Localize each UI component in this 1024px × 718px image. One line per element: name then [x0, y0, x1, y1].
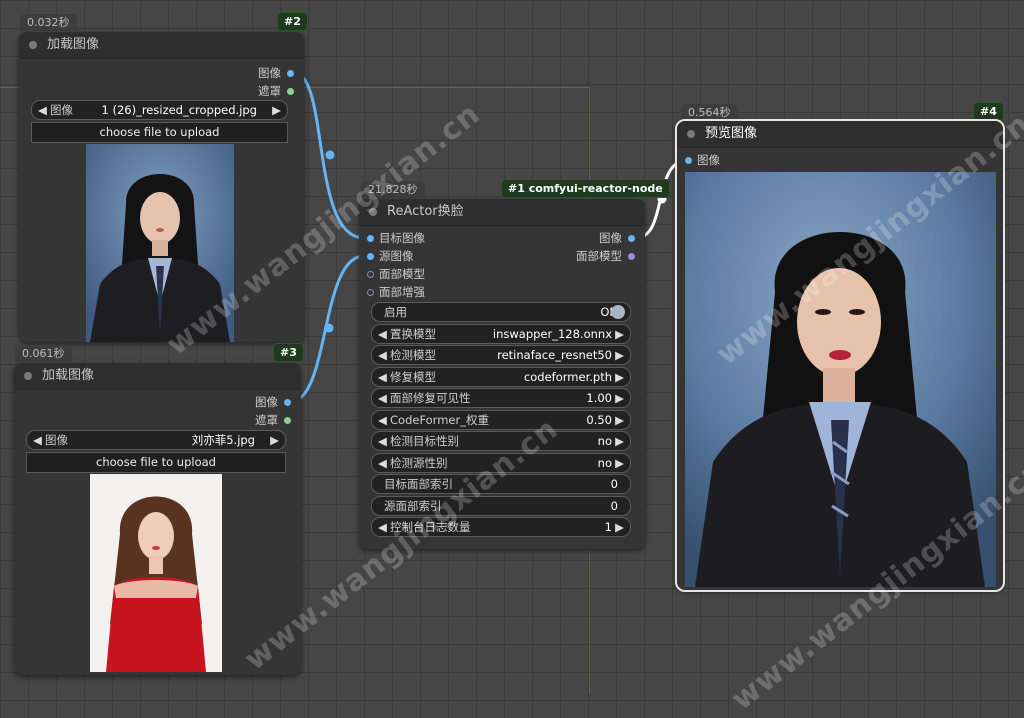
input-source-image[interactable]: 源图像: [367, 248, 414, 264]
socket-icon[interactable]: [284, 417, 291, 424]
node-reactor-header[interactable]: ReActor换脸: [359, 199, 645, 226]
output-image[interactable]: 图像: [258, 65, 294, 81]
node-preview-title: 预览图像: [705, 126, 758, 141]
node-preview-header[interactable]: 预览图像: [677, 121, 1003, 148]
image-filename: 刘亦菲5.jpg: [191, 433, 255, 447]
toggle-knob-icon[interactable]: [611, 305, 625, 319]
arrow-right-icon[interactable]: ▶: [615, 518, 624, 536]
input-image[interactable]: 图像: [685, 152, 720, 168]
socket-icon[interactable]: [628, 235, 635, 242]
arrow-right-icon[interactable]: ▶: [270, 431, 279, 449]
socket-icon[interactable]: [685, 157, 692, 164]
input-face-model[interactable]: 面部模型: [367, 266, 425, 282]
image-filename: 1 (26)_resized_cropped.jpg: [101, 103, 258, 117]
node-load1-time-badge: 0.032秒: [20, 14, 77, 31]
codeformer-weight-widget[interactable]: ◀ CodeFormer_权重 0.50 ▶: [371, 410, 631, 430]
arrow-right-icon[interactable]: ▶: [615, 346, 624, 364]
arrow-left-icon[interactable]: ◀: [33, 431, 42, 449]
output-mask[interactable]: 遮罩: [255, 412, 291, 428]
node-preview-time-badge: 0.564秒: [681, 104, 738, 121]
node-load-image-2[interactable]: 加载图像 图像 遮罩 ◀ 图像 刘亦菲5.jpg ▶ choose file t…: [14, 363, 301, 675]
arrow-left-icon[interactable]: ◀: [378, 346, 387, 364]
output-image[interactable]: 图像: [599, 230, 635, 246]
image-select-widget[interactable]: ◀ 图像 1 (26)_resized_cropped.jpg ▶: [31, 100, 288, 120]
arrow-right-icon[interactable]: ▶: [272, 101, 281, 119]
arrow-left-icon[interactable]: ◀: [378, 454, 387, 472]
input-face-restore[interactable]: 面部增强: [367, 284, 425, 300]
arrow-right-icon[interactable]: ▶: [615, 411, 624, 429]
restore-model-widget[interactable]: ◀ 修复模型 codeformer.pth ▶: [371, 367, 631, 387]
arrow-right-icon[interactable]: ▶: [615, 325, 624, 343]
socket-icon[interactable]: [287, 88, 294, 95]
node-load1-title: 加载图像: [47, 37, 100, 52]
node-reactor-id-badge: #1 comfyui-reactor-node: [501, 179, 670, 198]
output-image[interactable]: 图像: [255, 394, 291, 410]
arrow-left-icon[interactable]: ◀: [38, 101, 47, 119]
restore-visibility-widget[interactable]: ◀ 面部修复可见性 1.00 ▶: [371, 388, 631, 408]
detect-model-widget[interactable]: ◀ 检测模型 retinaface_resnet50 ▶: [371, 345, 631, 365]
node-reactor-faceswap[interactable]: ReActor换脸 目标图像 源图像 面部模型 面部增强 图像 面部模型 启用 …: [359, 199, 645, 549]
socket-icon[interactable]: [367, 253, 374, 260]
arrow-right-icon[interactable]: ▶: [615, 432, 624, 450]
arrow-left-icon[interactable]: ◀: [378, 368, 387, 386]
arrow-left-icon[interactable]: ◀: [378, 389, 387, 407]
image-preview-thumbnail: [90, 474, 222, 672]
socket-icon[interactable]: [287, 70, 294, 77]
arrow-right-icon[interactable]: ▶: [615, 454, 624, 472]
link-midpoint-2: [324, 323, 334, 333]
node-load1-header[interactable]: 加载图像: [19, 32, 304, 59]
enable-toggle[interactable]: 启用 ON: [371, 302, 631, 322]
socket-icon[interactable]: [284, 399, 291, 406]
upload-button[interactable]: choose file to upload: [26, 452, 286, 473]
collapse-dot-icon[interactable]: [687, 130, 695, 138]
input-target-image[interactable]: 目标图像: [367, 230, 425, 246]
node-load2-id-badge: #3: [273, 343, 304, 362]
output-mask[interactable]: 遮罩: [258, 83, 294, 99]
arrow-left-icon[interactable]: ◀: [378, 325, 387, 343]
link-midpoint-1: [325, 150, 335, 160]
socket-icon[interactable]: [628, 253, 635, 260]
arrow-right-icon[interactable]: ▶: [615, 368, 624, 386]
node-load2-title: 加载图像: [42, 368, 95, 383]
swap-model-widget[interactable]: ◀ 置换模型 inswapper_128.onnx ▶: [371, 324, 631, 344]
arrow-right-icon[interactable]: ▶: [615, 389, 624, 407]
socket-icon[interactable]: [367, 271, 374, 278]
upload-button[interactable]: choose file to upload: [31, 122, 288, 143]
node-reactor-title: ReActor换脸: [387, 204, 464, 219]
node-load2-time-badge: 0.061秒: [15, 345, 72, 362]
source-face-index-widget[interactable]: 源面部索引 0: [371, 496, 631, 516]
output-face-model[interactable]: 面部模型: [576, 248, 635, 264]
collapse-dot-icon[interactable]: [29, 41, 37, 49]
node-load1-id-badge: #2: [277, 12, 308, 31]
collapse-dot-icon[interactable]: [24, 372, 32, 380]
node-load2-header[interactable]: 加载图像: [14, 363, 301, 390]
socket-icon[interactable]: [367, 289, 374, 296]
image-select-widget[interactable]: ◀ 图像 刘亦菲5.jpg ▶: [26, 430, 286, 450]
socket-icon[interactable]: [367, 235, 374, 242]
arrow-left-icon[interactable]: ◀: [378, 411, 387, 429]
arrow-left-icon[interactable]: ◀: [378, 432, 387, 450]
